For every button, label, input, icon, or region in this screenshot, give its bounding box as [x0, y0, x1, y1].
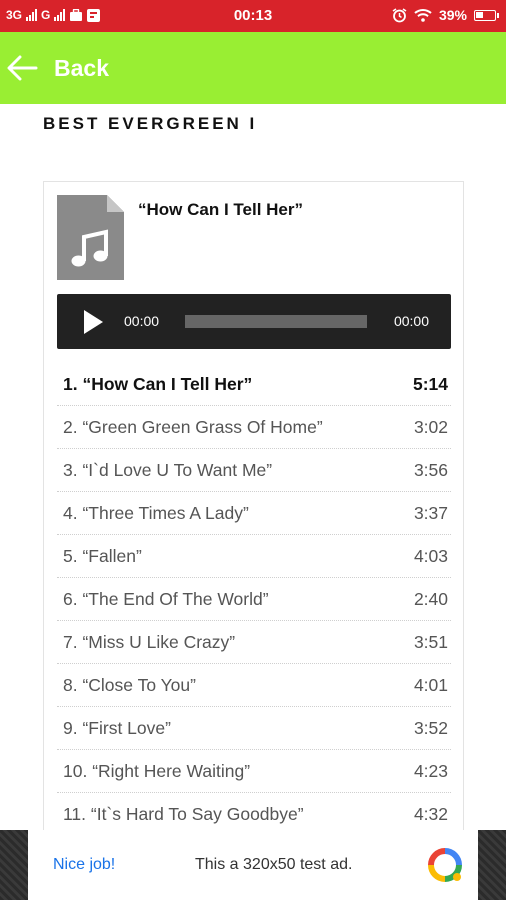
- track-title: 5. “Fallen”: [63, 545, 142, 566]
- track-item[interactable]: 2. “Green Green Grass Of Home” 3:02: [57, 406, 451, 449]
- back-button[interactable]: Back: [6, 46, 109, 90]
- arrow-left-icon: [7, 55, 38, 81]
- audio-player: 00:00 00:00: [57, 294, 451, 349]
- battery-icon: [474, 9, 499, 21]
- app-bar: Back: [0, 32, 506, 104]
- track-item[interactable]: 1. “How Can I Tell Her” 5:14: [57, 363, 451, 406]
- ad-banner[interactable]: Nice job! This a 320x50 test ad.: [0, 830, 506, 900]
- track-duration: 3:52: [413, 717, 448, 738]
- play-button[interactable]: [81, 309, 105, 335]
- now-playing-title: “How Can I Tell Her”: [138, 200, 303, 219]
- track-item[interactable]: 8. “Close To You” 4:01: [57, 664, 451, 707]
- track-duration: 4:01: [413, 674, 448, 695]
- ad-text: This a 320x50 test ad.: [195, 856, 353, 873]
- battery-percent: 39%: [438, 7, 467, 23]
- status-right: 39%: [392, 7, 499, 23]
- track-duration: 3:56: [413, 459, 448, 480]
- track-title: 2. “Green Green Grass Of Home”: [63, 416, 323, 437]
- track-duration: 3:37: [413, 502, 448, 523]
- ad-border-left: [0, 830, 28, 900]
- ad-link[interactable]: Nice job!: [53, 856, 115, 874]
- track-item[interactable]: 10. “Right Here Waiting” 4:23: [57, 750, 451, 793]
- duration-time: 00:00: [393, 313, 429, 329]
- audio-file-icon: [57, 195, 124, 280]
- back-label: Back: [54, 54, 109, 81]
- track-duration: 3:02: [413, 416, 448, 437]
- track-duration: 2:40: [413, 588, 448, 609]
- track-title: 1. “How Can I Tell Her”: [63, 373, 253, 394]
- track-title: 10. “Right Here Waiting”: [63, 760, 251, 781]
- track-duration: 5:14: [412, 373, 448, 394]
- track-item[interactable]: 5. “Fallen” 4:03: [57, 535, 451, 578]
- track-item[interactable]: 4. “Three Times A Lady” 3:37: [57, 492, 451, 535]
- track-item[interactable]: 9. “First Love” 3:52: [57, 707, 451, 750]
- wifi-icon: [414, 9, 432, 22]
- track-duration: 3:51: [413, 631, 448, 652]
- track-title: 7. “Miss U Like Crazy”: [63, 631, 236, 652]
- track-title: 4. “Three Times A Lady”: [63, 502, 249, 523]
- seek-bar[interactable]: [185, 315, 367, 328]
- track-duration: 4:23: [413, 760, 448, 781]
- track-list: 1. “How Can I Tell Her” 5:14 2. “Green Gr…: [57, 363, 451, 836]
- track-item[interactable]: 3. “I`d Love U To Want Me” 3:56: [57, 449, 451, 492]
- track-item[interactable]: 6. “The End Of The World” 2:40: [57, 578, 451, 621]
- alarm-icon: [392, 7, 407, 22]
- ad-border-right: [478, 830, 506, 900]
- ad-content[interactable]: Nice job! This a 320x50 test ad.: [28, 830, 478, 900]
- track-title: 11. “It`s Hard To Say Goodbye”: [63, 803, 304, 824]
- status-bar: 3G G 00:13 39%: [0, 0, 506, 32]
- track-title: 6. “The End Of The World”: [63, 588, 269, 609]
- page-title: BEST EVERGREEN I: [43, 114, 258, 133]
- playlist-card: “How Can I Tell Her” 00:00 00:00 1. “How…: [43, 181, 464, 881]
- track-item[interactable]: 7. “Miss U Like Crazy” 3:51: [57, 621, 451, 664]
- track-duration: 4:03: [413, 545, 448, 566]
- track-duration: 4:32: [413, 803, 448, 824]
- track-title: 3. “I`d Love U To Want Me”: [63, 459, 273, 480]
- ads-logo-icon: [428, 848, 462, 882]
- track-title: 8. “Close To You”: [63, 674, 196, 695]
- track-title: 9. “First Love”: [63, 717, 171, 738]
- current-time: 00:00: [124, 313, 160, 329]
